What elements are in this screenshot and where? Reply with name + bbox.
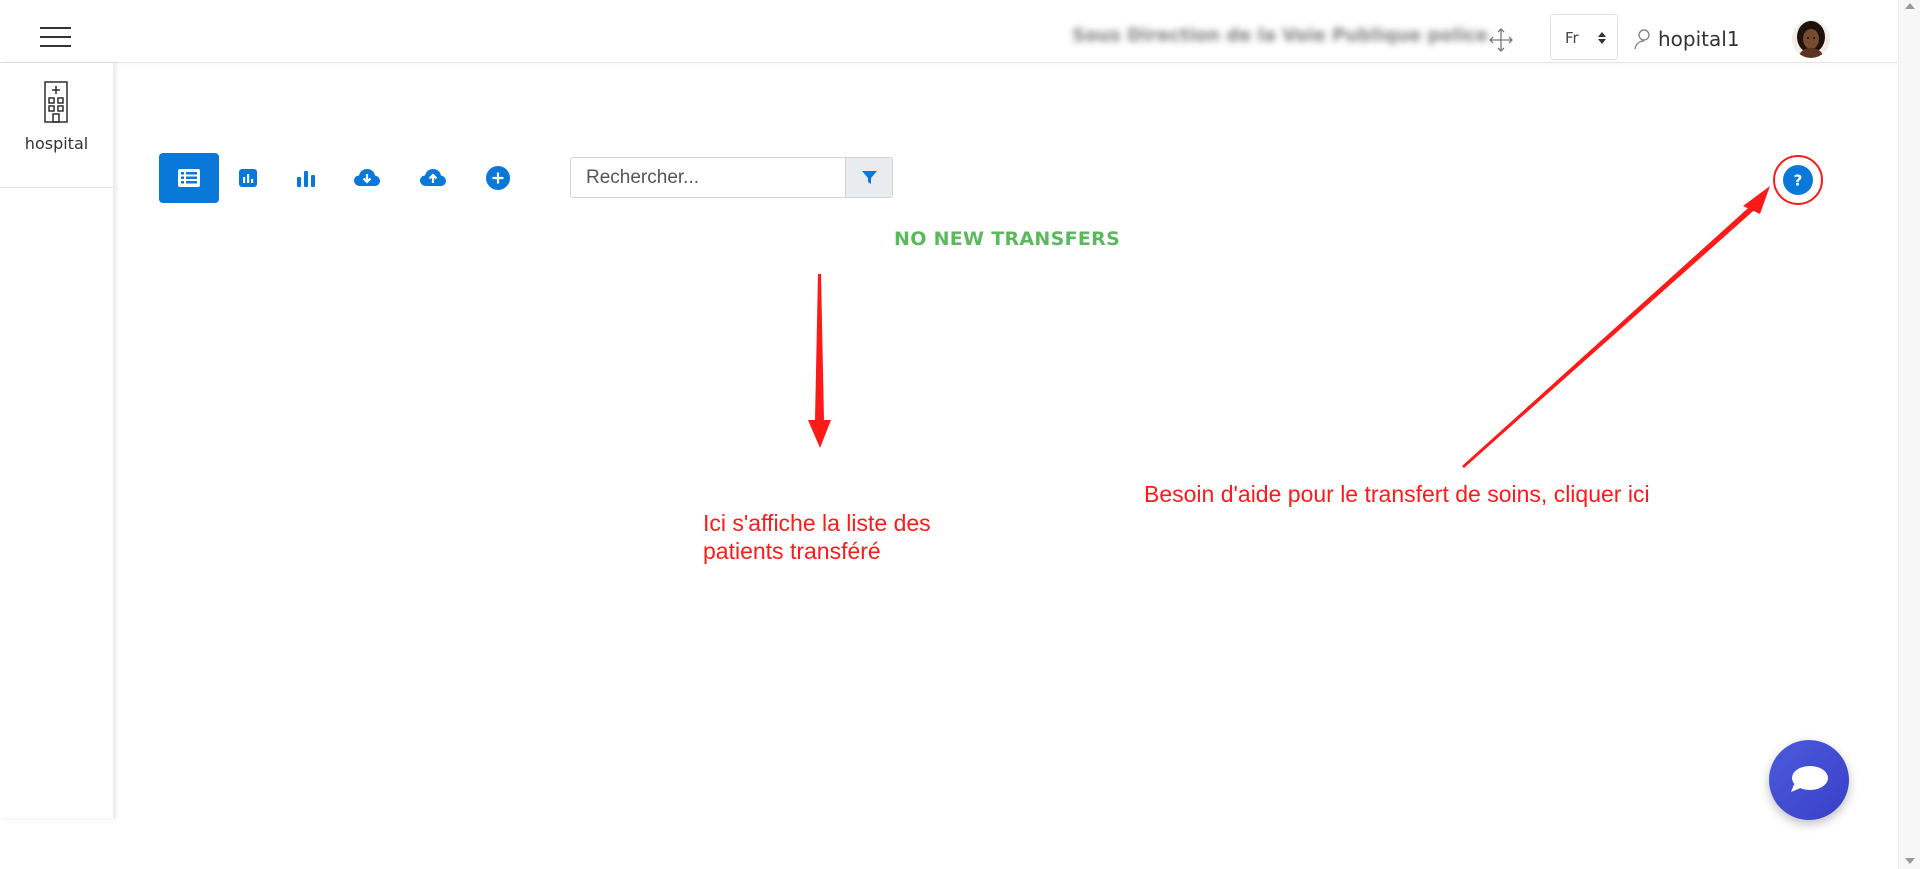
- download-button[interactable]: [339, 153, 395, 203]
- language-select[interactable]: Fr: [1550, 14, 1618, 60]
- chart-box-icon: [239, 169, 257, 187]
- list-annotation-line-1: Ici s'affiche la liste des: [703, 510, 931, 536]
- cloud-upload-icon: [420, 169, 446, 186]
- arrow-to-help-button: [1462, 186, 1770, 468]
- select-arrows-icon: [1598, 32, 1606, 44]
- username[interactable]: hopital1: [1658, 27, 1740, 51]
- search-group: [570, 157, 893, 198]
- sidebar-item-hospital[interactable]: hospital: [0, 63, 113, 188]
- language-value: Fr: [1565, 29, 1579, 47]
- user-icon: [1634, 29, 1650, 50]
- cloud-download-icon: [354, 169, 380, 186]
- annotation-arrows: [808, 186, 1770, 468]
- chart-box-button[interactable]: [220, 153, 276, 203]
- list-annotation: Ici s'affiche la liste des patients tran…: [703, 509, 963, 565]
- bar-chart-icon: [297, 171, 315, 187]
- sidebar: hospital: [0, 63, 114, 818]
- add-button[interactable]: [470, 153, 526, 203]
- sidebar-item-label: hospital: [24, 134, 89, 153]
- no-transfers-status: NO NEW TRANSFERS: [894, 228, 1121, 250]
- scroll-up-icon[interactable]: [1905, 3, 1915, 9]
- plus-circle-icon: [486, 166, 510, 190]
- filter-button[interactable]: [845, 158, 892, 197]
- hospital-icon: [44, 81, 68, 123]
- fullscreen-icon[interactable]: [1488, 27, 1514, 53]
- list-view-button[interactable]: [159, 153, 219, 203]
- bar-chart-button[interactable]: [278, 153, 334, 203]
- list-annotation-line-2: patients transféré: [703, 538, 881, 564]
- help-button[interactable]: ?: [1772, 154, 1824, 206]
- chat-button[interactable]: [1769, 740, 1849, 820]
- top-bar: Sous Direction de la Voie Publique polic…: [0, 0, 1898, 63]
- chat-bubble-icon: [1791, 766, 1828, 792]
- vertical-scrollbar[interactable]: [1898, 0, 1920, 869]
- search-input[interactable]: [571, 158, 843, 197]
- menu-toggle-icon[interactable]: [40, 27, 71, 47]
- filter-icon: [861, 170, 877, 184]
- list-icon: [178, 169, 200, 187]
- upload-button[interactable]: [405, 153, 461, 203]
- help-icon: ?: [1794, 172, 1803, 190]
- avatar[interactable]: [1792, 20, 1830, 58]
- help-annotation: Besoin d'aide pour le transfert de soins…: [1144, 481, 1650, 507]
- scroll-down-icon[interactable]: [1905, 858, 1915, 864]
- organization-name: Sous Direction de la Voie Publique polic…: [1072, 25, 1488, 46]
- arrow-to-list-area: [808, 274, 831, 448]
- svg-text:?: ?: [1794, 172, 1803, 190]
